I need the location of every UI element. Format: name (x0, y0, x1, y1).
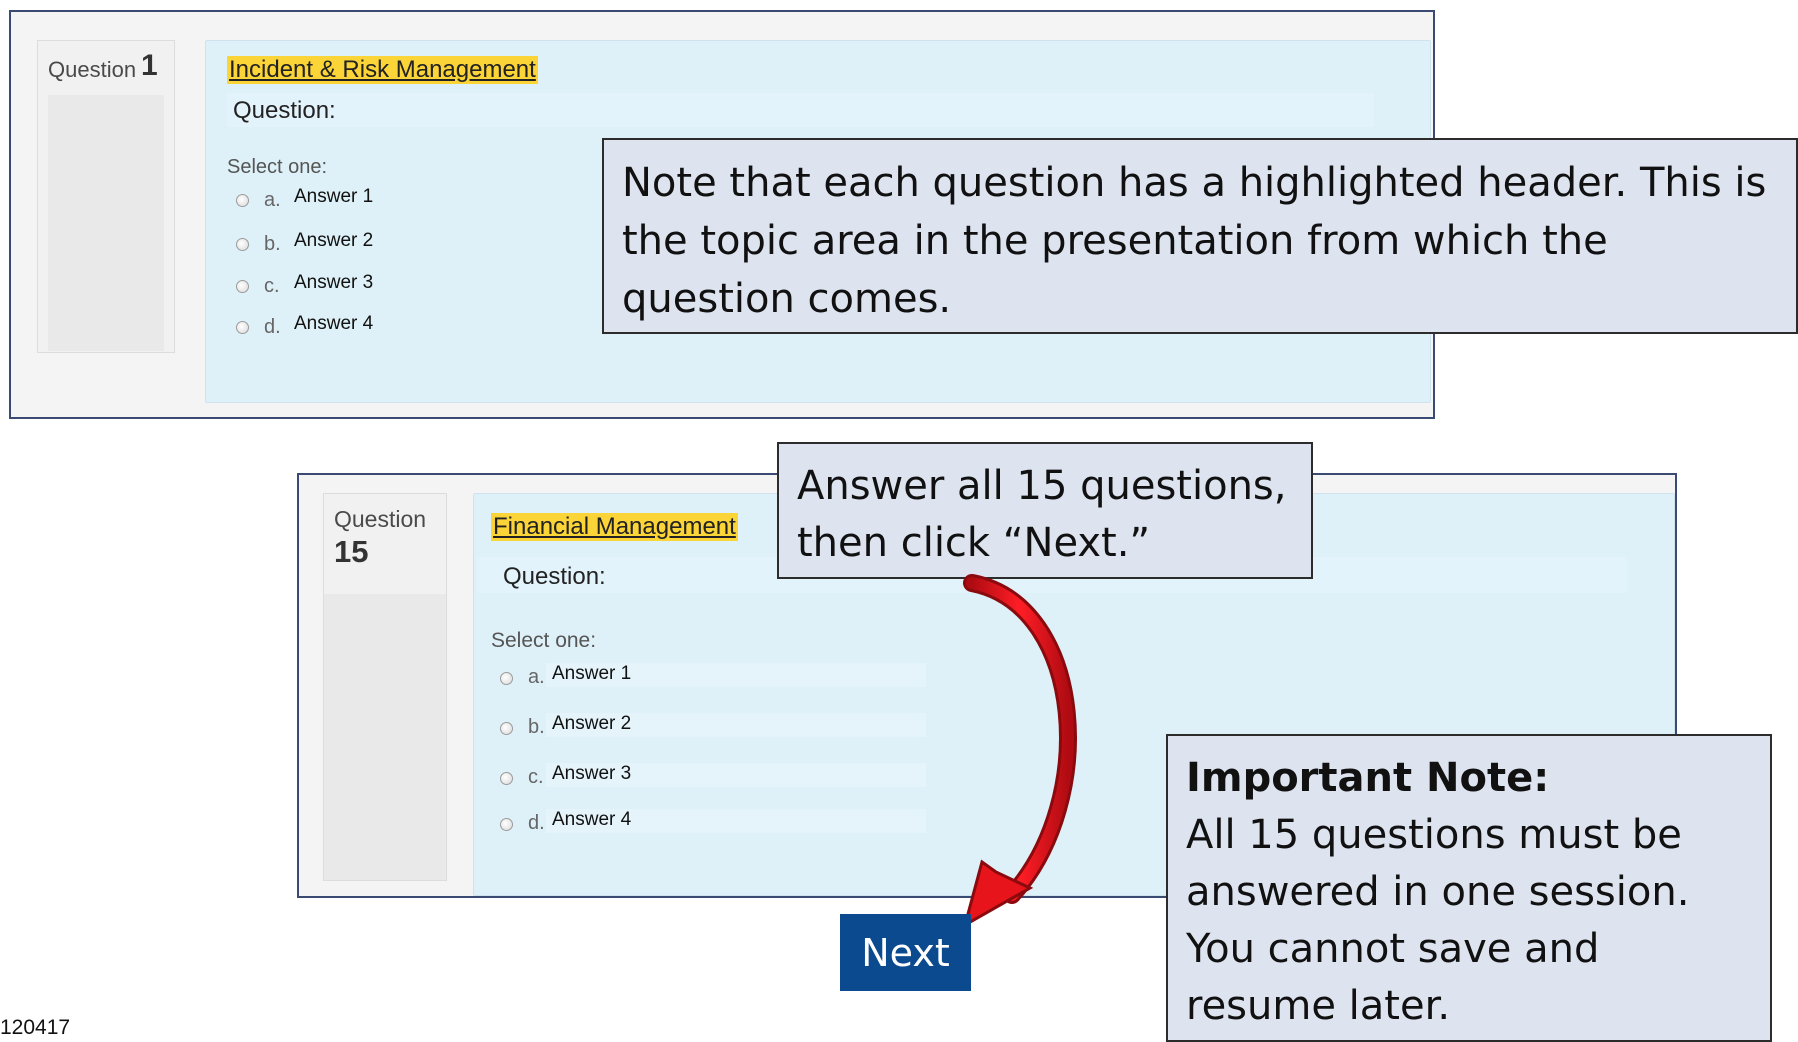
radio-b[interactable] (500, 722, 513, 735)
header-note-callout: Note that each question has a highlighte… (602, 138, 1798, 334)
radio-c[interactable] (236, 280, 249, 293)
important-note-callout: Important Note: All 15 questions must be… (1166, 734, 1772, 1042)
footer-code: 120417 (0, 1016, 71, 1039)
answer-option-d[interactable]: d. Answer 4 (500, 809, 1000, 835)
radio-b[interactable] (236, 238, 249, 251)
question-number: 15 (334, 534, 369, 569)
important-note-body: All 15 questions must be answered in one… (1186, 812, 1690, 1029)
topic-header: Incident & Risk Management (227, 56, 538, 84)
question-info-panel: Question 1 (37, 40, 175, 353)
select-one-label: Select one: (491, 629, 597, 652)
answer-text: Answer 4 (294, 313, 374, 334)
answer-text: Answer 3 (294, 272, 374, 293)
answer-all-callout: Answer all 15 questions, then click “Nex… (777, 442, 1313, 579)
answer-text: Answer 1 (552, 663, 632, 684)
answer-text: Answer 4 (552, 809, 632, 830)
question-label: Question (48, 57, 137, 82)
next-button[interactable]: Next (840, 914, 971, 991)
radio-d[interactable] (236, 321, 249, 334)
answer-text: Answer 1 (294, 186, 374, 207)
header-note-text: Note that each question has a highlighte… (622, 160, 1767, 322)
question-text: Question: (503, 563, 606, 590)
select-one-label: Select one: (227, 156, 328, 178)
question-text: Question: (233, 97, 336, 124)
answer-text: Answer 2 (294, 230, 374, 251)
radio-a[interactable] (236, 194, 249, 207)
answer-text: Answer 3 (552, 763, 632, 784)
answer-option-c[interactable]: c. Answer 3 (500, 763, 1000, 789)
radio-a[interactable] (500, 672, 513, 685)
important-note-title: Important Note: (1186, 755, 1550, 801)
answer-all-text: Answer all 15 questions, then click “Nex… (797, 463, 1287, 566)
question-label: Question (334, 506, 427, 532)
question-number: 1 (141, 49, 158, 82)
radio-d[interactable] (500, 818, 513, 831)
answer-text: Answer 2 (552, 713, 632, 734)
question-info-panel: Question 15 (323, 493, 447, 881)
topic-header: Financial Management (491, 513, 738, 541)
answer-option-b[interactable]: b. Answer 2 (500, 713, 1000, 739)
radio-c[interactable] (500, 772, 513, 785)
answer-option-a[interactable]: a. Answer 1 (500, 663, 1000, 689)
